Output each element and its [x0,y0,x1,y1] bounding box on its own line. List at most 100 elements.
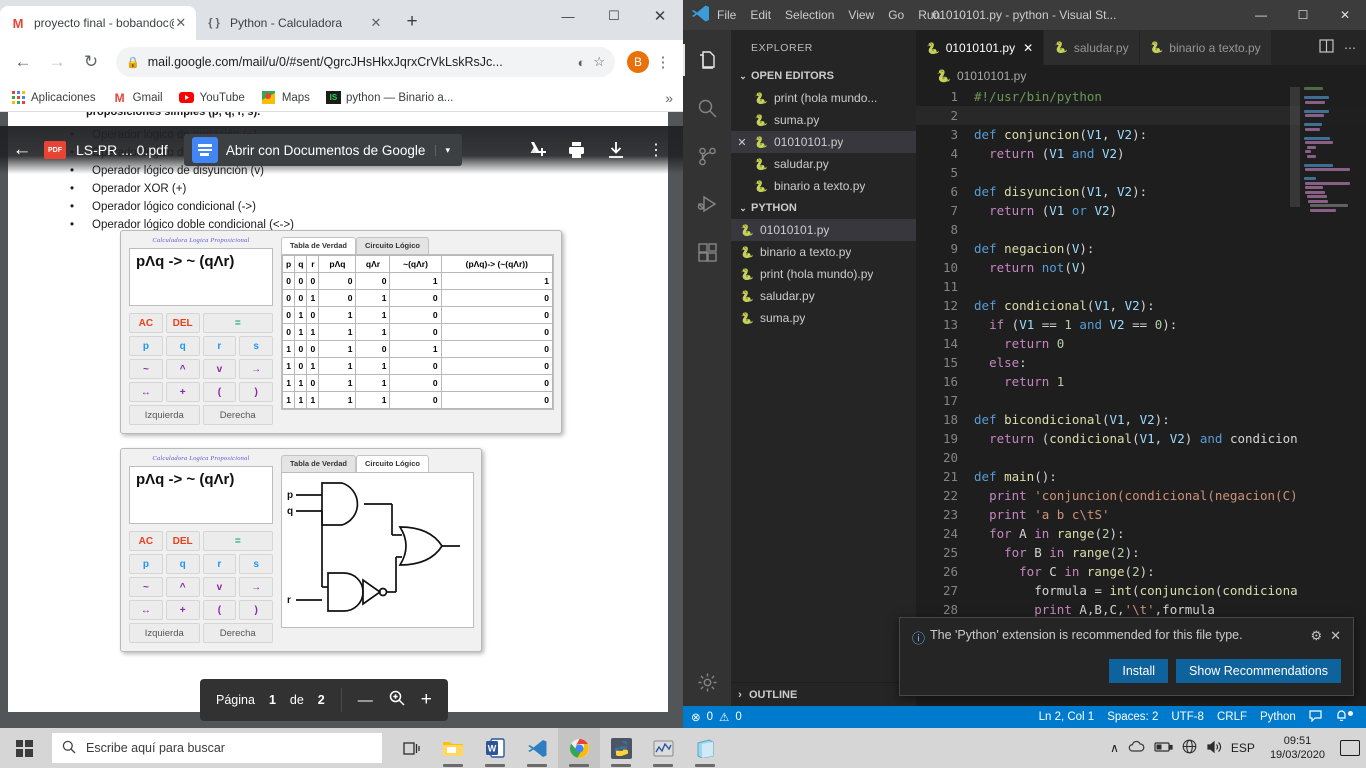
code-line[interactable]: 8 [916,220,1366,239]
key-ac[interactable]: AC [129,313,163,333]
python-app-icon[interactable] [600,728,642,768]
network-icon[interactable] [1182,739,1197,757]
matlab-icon[interactable] [642,728,684,768]
menu-view[interactable]: View [848,8,874,22]
settings-gear-icon[interactable] [683,658,731,706]
tab-circuito-logico[interactable]: Circuito Lógico [355,237,429,254]
browser-tab-python[interactable]: { } Python - Calculadora ✕ [196,6,392,40]
key-del[interactable]: DEL [165,531,200,551]
code-line[interactable]: 11 [916,277,1366,296]
key-paren-close[interactable]: ) [239,382,273,402]
close-icon[interactable]: ✕ [1023,41,1033,55]
breadcrumb[interactable]: 🐍 01010101.py [916,65,1366,87]
download-icon[interactable] [599,133,633,167]
print-icon[interactable] [559,133,593,167]
tab-tabla-de-verdad[interactable]: Tabla de Verdad [281,237,356,254]
key-xor[interactable]: + [165,382,200,402]
new-tab-button[interactable]: + [398,9,426,37]
cast-icon[interactable]: ◐ [577,55,585,70]
battery-icon[interactable] [1154,741,1173,756]
key-conditional[interactable]: → [239,577,273,597]
add-to-drive-icon[interactable] [519,133,553,167]
more-actions-icon[interactable]: ⋯ [1344,41,1356,55]
bookmark-python-binario[interactable]: IS python — Binario a... [325,91,453,104]
python-file-item[interactable]: 🐍 binario a texto.py [731,241,916,263]
editor-minimap[interactable] [1300,87,1366,706]
key-q[interactable]: q [165,336,200,356]
open-editor-item[interactable]: ✕ 🐍 01010101.py [731,131,916,153]
zoom-in-button[interactable]: + [421,689,432,711]
menu-edit[interactable]: Edit [750,8,771,22]
avatar[interactable]: B [627,51,649,73]
vscode-icon[interactable] [516,728,558,768]
back-icon[interactable]: ← [0,139,44,161]
bookmark-star-icon[interactable]: ☆ [593,54,605,70]
language-indicator[interactable]: ESP [1231,741,1255,755]
key-p[interactable]: p [129,554,163,574]
feedback-icon[interactable] [1309,709,1322,725]
extensions-icon[interactable] [683,228,731,276]
taskbar-clock[interactable]: 09:51 19/03/2020 [1264,734,1331,762]
zoom-reset-icon[interactable] [389,690,405,710]
open-editor-item[interactable]: 🐍 print (hola mundo... [731,87,916,109]
reload-icon[interactable]: ↻ [76,47,106,77]
key-r[interactable]: r [202,336,237,356]
open-with-google-docs-button[interactable]: Abrir con Documentos de Google ▾ [183,134,462,166]
key-biconditional[interactable]: ↔ [129,382,163,402]
close-button[interactable]: ✕ [637,0,683,32]
section-outline[interactable]: › OUTLINE [731,682,916,706]
code-line[interactable]: 13 if (V1 == 1 and V2 == 0): [916,315,1366,334]
key-conditional[interactable]: → [239,359,273,379]
gear-icon[interactable]: ⚙ [1310,628,1322,644]
explorer-icon[interactable] [683,36,731,84]
close-icon[interactable]: ✕ [174,15,188,31]
close-icon[interactable]: ✕ [1330,628,1341,644]
key-izquierda[interactable]: Izquierda [129,623,200,643]
errors-count[interactable]: 0 [707,711,713,723]
source-control-icon[interactable] [683,132,731,180]
python-file-item[interactable]: 🐍 print (hola mundo).py [731,263,916,285]
line-ending[interactable]: CRLF [1217,711,1247,723]
split-editor-icon[interactable] [1319,39,1334,56]
open-editor-item[interactable]: 🐍 binario a texto.py [731,175,916,197]
run-debug-icon[interactable] [683,180,731,228]
tab-tabla-de-verdad[interactable]: Tabla de Verdad [281,455,356,472]
key-xor[interactable]: + [165,600,200,620]
key-disjunction[interactable]: v [202,577,237,597]
key-paren-open[interactable]: ( [202,600,237,620]
install-button[interactable]: Install [1109,659,1169,683]
volume-icon[interactable] [1206,740,1222,757]
code-line[interactable]: 10 return not(V) [916,258,1366,277]
code-line[interactable]: 26 for C in range(2): [916,562,1366,581]
menu-selection[interactable]: Selection [785,8,834,22]
python-file-item[interactable]: 🐍 01010101.py [731,219,916,241]
calculator-display[interactable]: pΛq -> ~ (qΛr) [129,248,273,306]
onedrive-icon[interactable] [1128,740,1145,756]
start-button[interactable] [0,728,48,768]
key-negation[interactable]: ~ [129,359,163,379]
warnings-count[interactable]: 0 [735,711,741,723]
calculator-display[interactable]: pΛq -> ~ (qΛr) [129,466,273,524]
section-python-folder[interactable]: ⌄ PYTHON [731,197,916,219]
editor-tab-saludar[interactable]: 🐍 saludar.py [1044,30,1140,65]
bookmarks-overflow-icon[interactable]: » [665,90,673,106]
key-equals[interactable]: = [202,313,273,333]
menu-go[interactable]: Go [888,8,904,22]
key-paren-open[interactable]: ( [202,382,237,402]
key-r[interactable]: r [202,554,237,574]
close-button[interactable]: ✕ [1324,0,1366,30]
key-paren-close[interactable]: ) [239,600,273,620]
minimize-button[interactable]: — [545,0,591,32]
forward-icon[interactable]: → [42,47,72,77]
key-derecha[interactable]: Derecha [202,405,273,425]
language-mode[interactable]: Python [1260,711,1296,723]
browser-tab-gmail[interactable]: M proyecto final - bobandoc@m ✕ [0,6,196,40]
menu-more[interactable]: ··· [954,8,966,22]
code-line[interactable]: 18 def bicondicional(V1, V2): [916,410,1366,429]
key-p[interactable]: p [129,336,163,356]
code-line[interactable]: 19 return (condicional(V1, V2) and condi… [916,429,1366,448]
word-icon[interactable]: W [474,728,516,768]
key-q[interactable]: q [165,554,200,574]
key-izquierda[interactable]: Izquierda [129,405,200,425]
section-open-editors[interactable]: ⌄ OPEN EDITORS [731,65,916,87]
